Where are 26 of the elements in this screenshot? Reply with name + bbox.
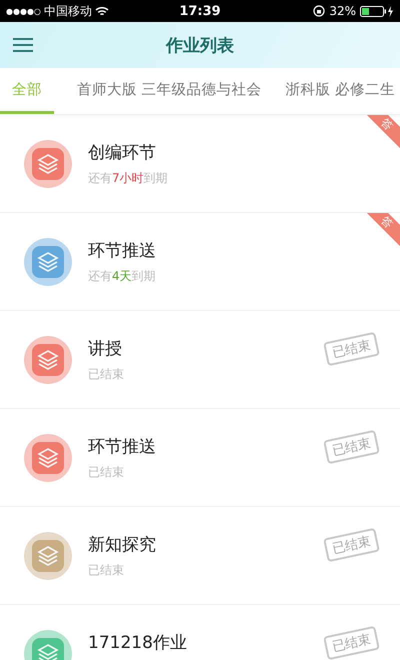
assignment-title[interactable]: 讲授: [88, 337, 122, 360]
page-title: 作业列表: [166, 34, 234, 56]
assignment-title[interactable]: 171218作业: [88, 631, 187, 654]
assignment-status: 还有7小时到期: [88, 170, 168, 187]
ended-stamp: 已结束: [323, 430, 380, 464]
assignment-title[interactable]: 新知探究: [88, 533, 156, 556]
assignment-status: 已结束: [88, 366, 124, 383]
battery-percent: 32%: [329, 4, 356, 18]
assignment-title[interactable]: 环节推送: [88, 435, 156, 458]
assignment-title[interactable]: 创编环节: [88, 141, 156, 164]
ended-stamp: 已结束: [323, 528, 380, 562]
assignment-status: 还有4天到期: [88, 268, 156, 285]
assignment-title[interactable]: 环节推送: [88, 239, 156, 262]
clock-time: 17:39: [179, 4, 221, 18]
ended-stamp: 已结束: [323, 332, 380, 366]
category-tab[interactable]: 浙科版 必修二生: [284, 68, 396, 114]
battery-charging-icon: [360, 6, 394, 16]
carrier-name: 中国移动: [44, 2, 92, 20]
signal-dots: ●●●●○: [6, 6, 41, 16]
wifi-icon: [94, 6, 109, 16]
category-tab[interactable]: 首师大版 三年级品德与社会: [76, 68, 263, 114]
ended-stamp: 已结束: [323, 626, 380, 660]
menu-button[interactable]: [12, 37, 34, 53]
assignment-status: 已结束: [88, 562, 124, 579]
rotation-lock-icon: [313, 5, 326, 17]
assignment-status: 已结束: [88, 464, 124, 481]
